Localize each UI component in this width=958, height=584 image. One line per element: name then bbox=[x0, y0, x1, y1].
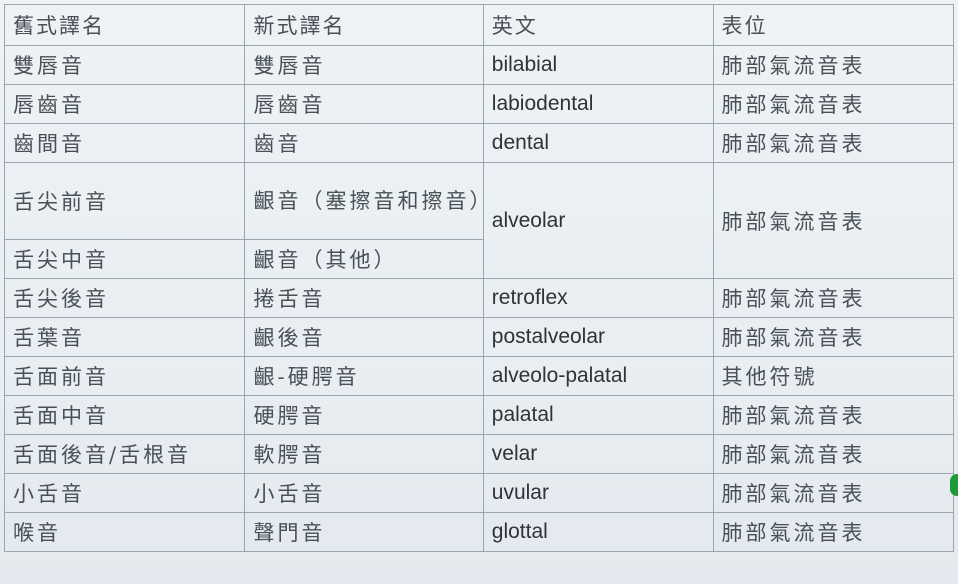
new-term-cell: 聲門音 bbox=[244, 512, 484, 552]
table-row: 舌葉音 齦後音 postalveolar 肺部氣流音表 bbox=[3, 317, 955, 357]
table-row: 齒間音 齒音 dental 肺部氣流音表 bbox=[3, 123, 955, 163]
english-cell: alveolar bbox=[482, 162, 714, 279]
old-term-cell: 唇齒音 bbox=[3, 84, 246, 124]
old-term-cell: 舌面中音 bbox=[3, 395, 246, 435]
new-term-cell: 齦音（其他） bbox=[244, 239, 484, 279]
old-term-cell: 雙唇音 bbox=[3, 45, 246, 85]
table-row: 舌面前音 齦-硬腭音 alveolo-palatal 其他符號 bbox=[3, 356, 955, 396]
new-term-cell: 小舌音 bbox=[244, 473, 484, 513]
position-cell: 其他符號 bbox=[712, 356, 955, 396]
old-term-cell: 舌尖後音 bbox=[3, 278, 246, 318]
english-cell: palatal bbox=[482, 395, 714, 435]
table-row: 唇齒音 唇齒音 labiodental 肺部氣流音表 bbox=[3, 84, 955, 124]
table-row: 舌面中音 硬腭音 palatal 肺部氣流音表 bbox=[3, 395, 955, 435]
position-cell: 肺部氣流音表 bbox=[712, 278, 955, 318]
old-term-cell: 舌尖中音 bbox=[3, 239, 246, 279]
position-cell: 肺部氣流音表 bbox=[712, 162, 955, 279]
english-cell: velar bbox=[482, 434, 714, 474]
table-row: 舌尖後音 捲舌音 retroflex 肺部氣流音表 bbox=[3, 278, 955, 318]
position-cell: 肺部氣流音表 bbox=[712, 395, 955, 435]
position-cell: 肺部氣流音表 bbox=[712, 473, 955, 513]
new-term-cell: 雙唇音 bbox=[244, 45, 484, 85]
new-term-cell: 齦後音 bbox=[244, 317, 484, 357]
position-cell: 肺部氣流音表 bbox=[712, 123, 955, 163]
old-term-cell: 舌葉音 bbox=[3, 317, 246, 357]
table-header-row: 舊式譯名 新式譯名 英文 表位 bbox=[3, 4, 955, 46]
table-row: 舌尖前音 齦音（塞擦音和擦音） alveolar 肺部氣流音表 bbox=[3, 162, 955, 279]
english-cell: uvular bbox=[482, 473, 714, 513]
english-cell: retroflex bbox=[482, 278, 714, 318]
new-term-cell: 硬腭音 bbox=[244, 395, 484, 435]
old-term-cell: 小舌音 bbox=[3, 473, 246, 513]
new-term-cell: 齒音 bbox=[244, 123, 484, 163]
new-term-cell: 軟腭音 bbox=[244, 434, 484, 474]
english-cell: alveolo-palatal bbox=[482, 356, 714, 396]
position-cell: 肺部氣流音表 bbox=[712, 512, 955, 552]
position-cell: 肺部氣流音表 bbox=[712, 317, 955, 357]
english-cell: labiodental bbox=[482, 84, 714, 124]
position-cell: 肺部氣流音表 bbox=[712, 84, 955, 124]
old-term-cell: 舌面後音/舌根音 bbox=[3, 434, 246, 474]
table-row: 小舌音 小舌音 uvular 肺部氣流音表 bbox=[3, 473, 955, 513]
position-cell: 肺部氣流音表 bbox=[712, 45, 955, 85]
header-position: 表位 bbox=[712, 4, 955, 46]
english-cell: glottal bbox=[482, 512, 714, 552]
new-term-cell: 唇齒音 bbox=[244, 84, 484, 124]
whiteboard-sheet: 舊式譯名 新式譯名 英文 表位 雙唇音 雙唇音 bilabial 肺部氣流音表 … bbox=[0, 0, 958, 584]
header-new-term: 新式譯名 bbox=[244, 4, 484, 46]
old-term-cell: 喉音 bbox=[3, 512, 246, 552]
table-row: 喉音 聲門音 glottal 肺部氣流音表 bbox=[3, 512, 955, 552]
phonetic-terms-table: 舊式譯名 新式譯名 英文 表位 雙唇音 雙唇音 bilabial 肺部氣流音表 … bbox=[3, 4, 955, 552]
old-term-cell: 舌尖前音 bbox=[3, 162, 246, 240]
position-cell: 肺部氣流音表 bbox=[712, 434, 955, 474]
header-english: 英文 bbox=[482, 4, 714, 46]
new-term-cell: 捲舌音 bbox=[244, 278, 484, 318]
old-term-cell: 舌面前音 bbox=[3, 356, 246, 396]
english-cell: bilabial bbox=[482, 45, 714, 85]
new-term-cell: 齦-硬腭音 bbox=[244, 356, 484, 396]
table-row: 舌面後音/舌根音 軟腭音 velar 肺部氣流音表 bbox=[3, 434, 955, 474]
table-row: 雙唇音 雙唇音 bilabial 肺部氣流音表 bbox=[3, 45, 955, 85]
header-old-term: 舊式譯名 bbox=[3, 4, 246, 46]
old-term-cell: 齒間音 bbox=[3, 123, 246, 163]
marker-dot bbox=[950, 474, 958, 496]
english-cell: postalveolar bbox=[482, 317, 714, 357]
english-cell: dental bbox=[482, 123, 714, 163]
new-term-cell: 齦音（塞擦音和擦音） bbox=[244, 162, 484, 240]
